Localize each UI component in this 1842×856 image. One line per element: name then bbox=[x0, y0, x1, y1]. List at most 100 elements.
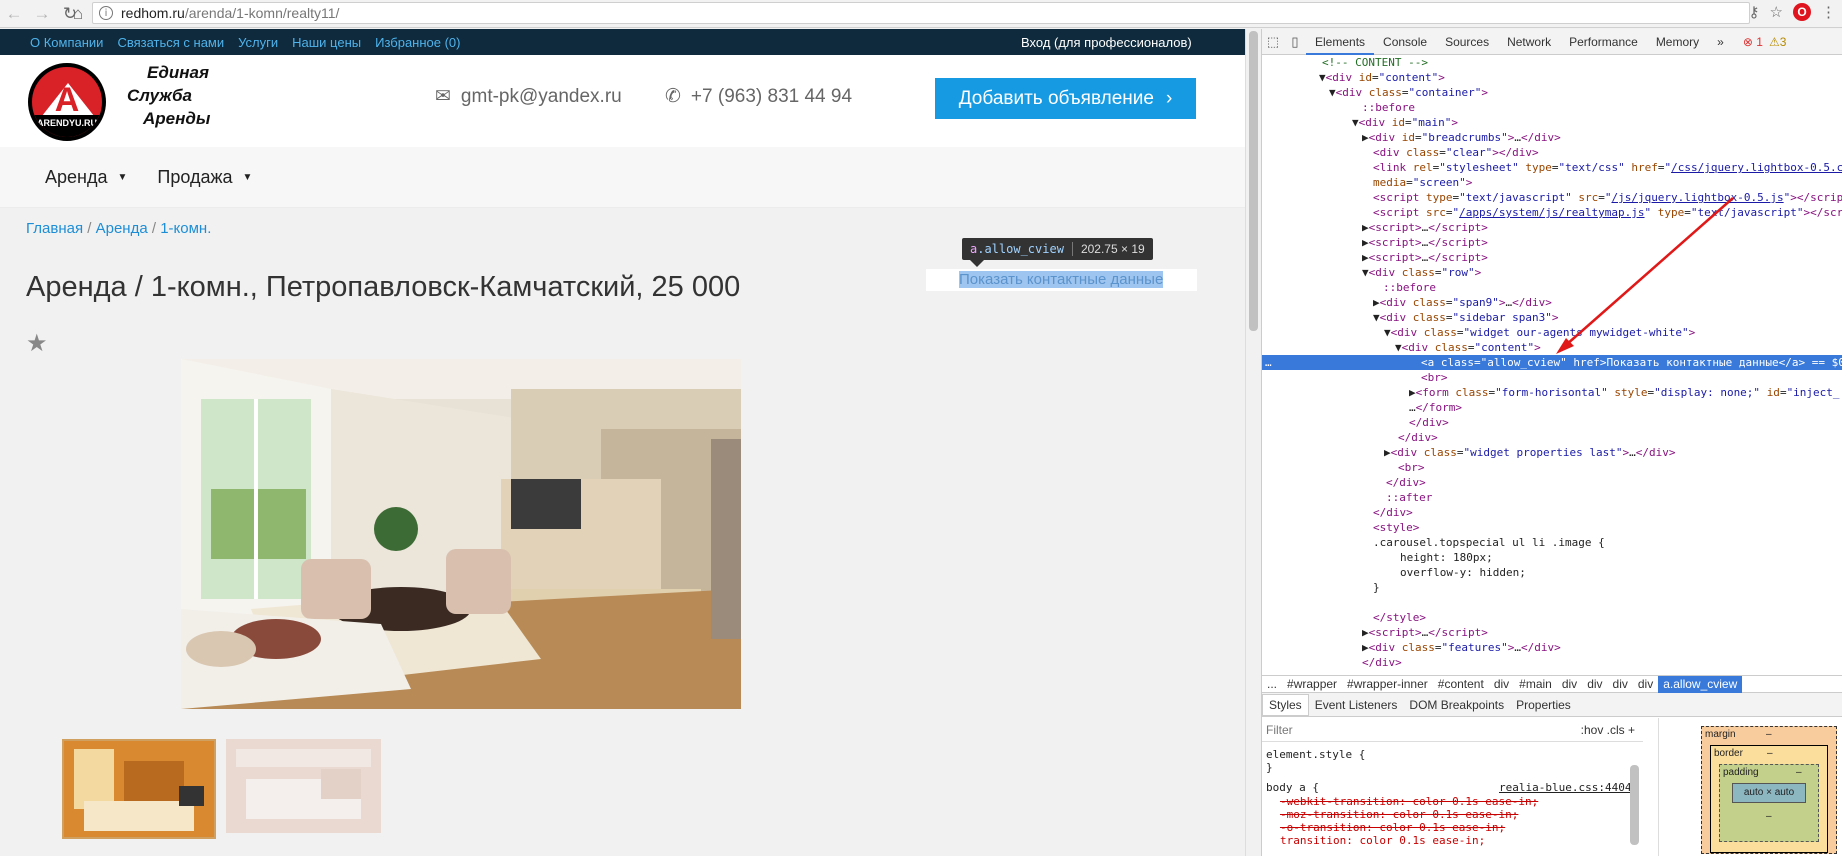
dom-node[interactable]: <link rel="stylesheet" type="text/css" h… bbox=[1262, 160, 1842, 175]
dom-node[interactable]: <script type="text/javascript" src="/js/… bbox=[1262, 190, 1842, 205]
dom-node[interactable]: </div> bbox=[1262, 505, 1842, 520]
more-tabs-icon[interactable]: » bbox=[1708, 29, 1733, 55]
dom-node[interactable]: </div> bbox=[1262, 430, 1842, 445]
topnav-services[interactable]: Услуги bbox=[238, 35, 278, 50]
menu-icon[interactable]: ⋮ bbox=[1821, 3, 1836, 21]
dom-node-selected[interactable]: … <a class="allow_cview" href>Показать ко… bbox=[1262, 355, 1842, 370]
tab-memory[interactable]: Memory bbox=[1647, 29, 1708, 55]
show-contacts-link[interactable]: Показать контактные данные bbox=[926, 269, 1197, 291]
topnav-favorites[interactable]: Избранное (0) bbox=[375, 35, 460, 50]
box-padding[interactable]: padding – auto × auto – bbox=[1719, 764, 1819, 842]
dom-node[interactable]: ▶<script>…</script> bbox=[1262, 625, 1842, 640]
tab-styles[interactable]: Styles bbox=[1262, 693, 1309, 716]
dom-node[interactable]: </style> bbox=[1262, 610, 1842, 625]
dt-crumb[interactable]: div bbox=[1633, 677, 1658, 691]
dt-crumb[interactable]: #wrapper-inner bbox=[1342, 677, 1433, 691]
topnav-about[interactable]: О Компании bbox=[30, 35, 103, 50]
dom-node[interactable]: ▶<script>…</script> bbox=[1262, 235, 1842, 250]
dt-crumb[interactable]: ... bbox=[1262, 677, 1282, 691]
dom-node[interactable]: <!-- CONTENT --> bbox=[1262, 56, 1842, 70]
dom-node[interactable]: <br> bbox=[1262, 370, 1842, 385]
css-prop-webkit[interactable]: -webkit-transition: color 0.1s ease-in; bbox=[1266, 795, 1538, 808]
css-prop-moz[interactable]: -moz-transition: color 0.1s ease-in; bbox=[1266, 808, 1518, 821]
css-prop-transition[interactable]: transition: color 0.1s ease-in; bbox=[1266, 834, 1485, 847]
dom-node[interactable]: </div> bbox=[1262, 475, 1842, 490]
dt-crumb-current[interactable]: a.allow_cview bbox=[1658, 675, 1743, 693]
dom-tree[interactable]: <!-- CONTENT --> ▼<div id="content"> ▼<d… bbox=[1262, 56, 1842, 673]
dom-node[interactable]: </div> bbox=[1262, 415, 1842, 430]
key-icon[interactable]: ⚷ bbox=[1749, 3, 1760, 21]
dom-node[interactable]: ▶<div class="widget properties last">…</… bbox=[1262, 445, 1842, 460]
add-listing-button[interactable]: Добавить объявление › bbox=[935, 78, 1196, 119]
dom-node[interactable]: ▼<div class="container"> bbox=[1262, 85, 1842, 100]
box-border[interactable]: border – padding – auto × auto – bbox=[1710, 745, 1828, 853]
dt-crumb[interactable]: #main bbox=[1514, 677, 1557, 691]
dom-node[interactable]: ▶<div class="span9">…</div> bbox=[1262, 295, 1842, 310]
page-scrollbar[interactable] bbox=[1245, 29, 1260, 856]
dom-node[interactable]: height: 180px; bbox=[1262, 550, 1842, 565]
dom-node[interactable]: ▶<div id="breadcrumbs">…</div> bbox=[1262, 130, 1842, 145]
thumbnail-2[interactable] bbox=[226, 739, 381, 833]
menu-rent[interactable]: Аренда ▼ bbox=[45, 167, 127, 188]
dom-node[interactable]: <div class="clear"></div> bbox=[1262, 145, 1842, 160]
home-icon[interactable]: ⌂ bbox=[64, 0, 92, 28]
dom-node[interactable]: <br> bbox=[1262, 460, 1842, 475]
opera-icon[interactable]: O bbox=[1793, 3, 1811, 21]
topnav-prices[interactable]: Наши цены bbox=[292, 35, 361, 50]
dom-node[interactable]: ::before bbox=[1262, 280, 1842, 295]
dom-node[interactable]: ▼<div class="content"> bbox=[1262, 340, 1842, 355]
dom-node[interactable]: <style> bbox=[1262, 520, 1842, 535]
breadcrumb-1room[interactable]: 1-комн. bbox=[160, 220, 211, 237]
breadcrumb-rent[interactable]: Аренда bbox=[96, 220, 148, 237]
inspect-element-icon[interactable]: ⬚ bbox=[1262, 31, 1284, 53]
dom-node[interactable]: </div> bbox=[1262, 655, 1842, 670]
dom-node[interactable]: overflow-y: hidden; bbox=[1262, 565, 1842, 580]
dt-crumb[interactable]: div bbox=[1489, 677, 1514, 691]
topnav-contact[interactable]: Связаться с нами bbox=[117, 35, 224, 50]
device-toggle-icon[interactable]: ▯ bbox=[1284, 31, 1306, 53]
error-count[interactable]: ⊗ 1 bbox=[1743, 35, 1763, 49]
dom-node[interactable]: …</form> bbox=[1262, 400, 1842, 415]
filter-options[interactable]: :hov .cls + bbox=[1581, 723, 1635, 737]
tab-dom-breakpoints[interactable]: DOM Breakpoints bbox=[1403, 698, 1510, 712]
dom-node[interactable]: ▶<script>…</script> bbox=[1262, 250, 1842, 265]
element-style-rule[interactable]: element.style { bbox=[1266, 748, 1365, 761]
address-bar[interactable]: i redhom.ru/arenda/1-komn/realty11/ bbox=[92, 2, 1750, 24]
css-rule-body-a[interactable]: body a { realia-blue.css:4404 bbox=[1266, 781, 1643, 794]
favorite-star-icon[interactable]: ★ bbox=[26, 329, 48, 358]
main-listing-photo[interactable] bbox=[181, 359, 741, 709]
warning-count[interactable]: ⚠3 bbox=[1769, 35, 1786, 49]
dt-crumb[interactable]: #wrapper bbox=[1282, 677, 1342, 691]
tab-event-listeners[interactable]: Event Listeners bbox=[1309, 698, 1404, 712]
dom-node[interactable]: ▶<div class="features">…</div> bbox=[1262, 640, 1842, 655]
back-icon[interactable]: ← bbox=[0, 0, 28, 28]
dom-node[interactable]: ▶<script>…</script> bbox=[1262, 220, 1842, 235]
dom-node[interactable]: } bbox=[1262, 580, 1842, 595]
dom-node[interactable]: ▼<div class="widget our-agents mywidget-… bbox=[1262, 325, 1842, 340]
dom-node[interactable]: ▼<div class="row"> bbox=[1262, 265, 1842, 280]
bookmark-star-icon[interactable]: ☆ bbox=[1770, 3, 1783, 21]
dt-crumb[interactable]: div bbox=[1582, 677, 1607, 691]
dt-crumb[interactable]: div bbox=[1608, 677, 1633, 691]
login-link[interactable]: Вход (для профессионалов) bbox=[1021, 35, 1192, 50]
dom-node[interactable]: .carousel.topspecial ul li .image { bbox=[1262, 535, 1842, 550]
menu-sale[interactable]: Продажа ▼ bbox=[157, 167, 252, 188]
dom-node[interactable]: media="screen"> bbox=[1262, 175, 1842, 190]
page-scrollbar-thumb[interactable] bbox=[1249, 31, 1258, 331]
css-prop-o[interactable]: -o-transition: color 0.1s ease-in; bbox=[1266, 821, 1505, 834]
forward-icon[interactable]: → bbox=[28, 0, 56, 28]
dom-node[interactable]: ▼<div id="main"> bbox=[1262, 115, 1842, 130]
tab-sources[interactable]: Sources bbox=[1436, 29, 1498, 55]
dt-crumb[interactable]: #content bbox=[1433, 677, 1489, 691]
info-icon[interactable]: i bbox=[99, 6, 113, 20]
tab-network[interactable]: Network bbox=[1498, 29, 1560, 55]
dom-node[interactable]: ▼<div id="content"> bbox=[1262, 70, 1842, 85]
styles-filter-input[interactable]: Filter :hov .cls + bbox=[1262, 718, 1643, 742]
dom-node[interactable]: ::before bbox=[1262, 100, 1842, 115]
box-content[interactable]: auto × auto bbox=[1732, 783, 1806, 803]
dom-node[interactable]: <script src="/apps/system/js/realtymap.j… bbox=[1262, 205, 1842, 220]
tab-elements[interactable]: Elements bbox=[1306, 29, 1375, 55]
breadcrumb-home[interactable]: Главная bbox=[26, 220, 83, 237]
dt-crumb[interactable]: div bbox=[1557, 677, 1582, 691]
dom-node[interactable]: ▶<form class="form-horisontal" style="di… bbox=[1262, 385, 1842, 400]
